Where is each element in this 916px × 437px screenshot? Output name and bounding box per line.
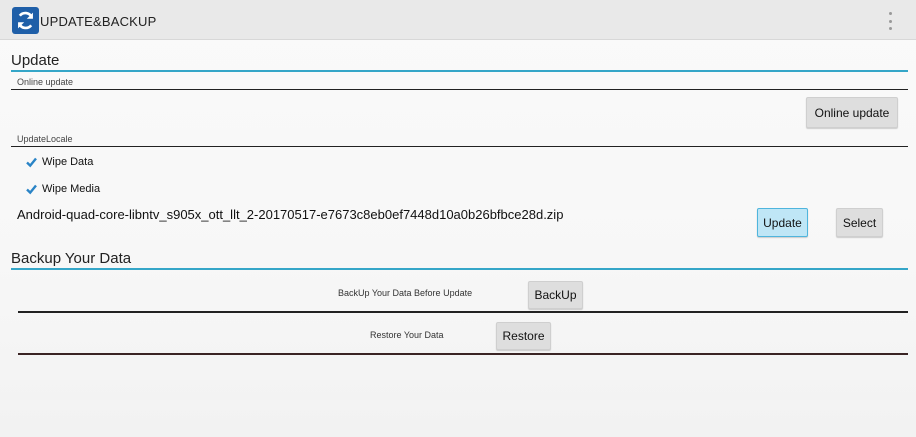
backup-button[interactable]: BackUp	[528, 281, 583, 309]
update-locale-divider	[11, 146, 908, 147]
wipe-media-checkbox-row[interactable]: Wipe Media	[26, 183, 100, 195]
sync-icon	[12, 7, 39, 34]
restore-divider	[18, 353, 908, 355]
update-file-name: Android-quad-core-libntv_s905x_ott_llt_2…	[17, 207, 564, 222]
select-file-button[interactable]: Select	[836, 208, 883, 237]
backup-divider	[18, 311, 908, 313]
app-bar: UPDATE&BACKUP	[0, 0, 916, 40]
update-section-title: Update	[11, 52, 60, 69]
backup-section-divider	[11, 268, 908, 270]
backup-description: BackUp Your Data Before Update	[338, 288, 473, 298]
online-update-divider	[11, 89, 908, 90]
update-button[interactable]: Update	[757, 208, 808, 237]
backup-section-title: Backup Your Data	[11, 250, 132, 267]
restore-button[interactable]: Restore	[496, 322, 551, 350]
online-update-button[interactable]: Online update	[806, 97, 898, 128]
restore-description: Restore Your Data	[370, 330, 444, 340]
update-locale-label: UpdateLocale	[17, 134, 73, 144]
checkmark-icon	[26, 184, 37, 194]
online-update-label: Online update	[17, 77, 74, 87]
update-section-divider	[11, 70, 908, 72]
wipe-data-checkbox[interactable]	[26, 157, 37, 168]
overflow-menu-icon[interactable]	[884, 12, 896, 30]
checkmark-icon	[26, 157, 37, 167]
wipe-data-label: Wipe Data	[42, 156, 94, 168]
wipe-data-checkbox-row[interactable]: Wipe Data	[26, 156, 93, 168]
wipe-media-checkbox[interactable]	[26, 184, 37, 195]
wipe-media-label: Wipe Media	[42, 183, 101, 195]
app-title: UPDATE&BACKUP	[40, 14, 157, 29]
